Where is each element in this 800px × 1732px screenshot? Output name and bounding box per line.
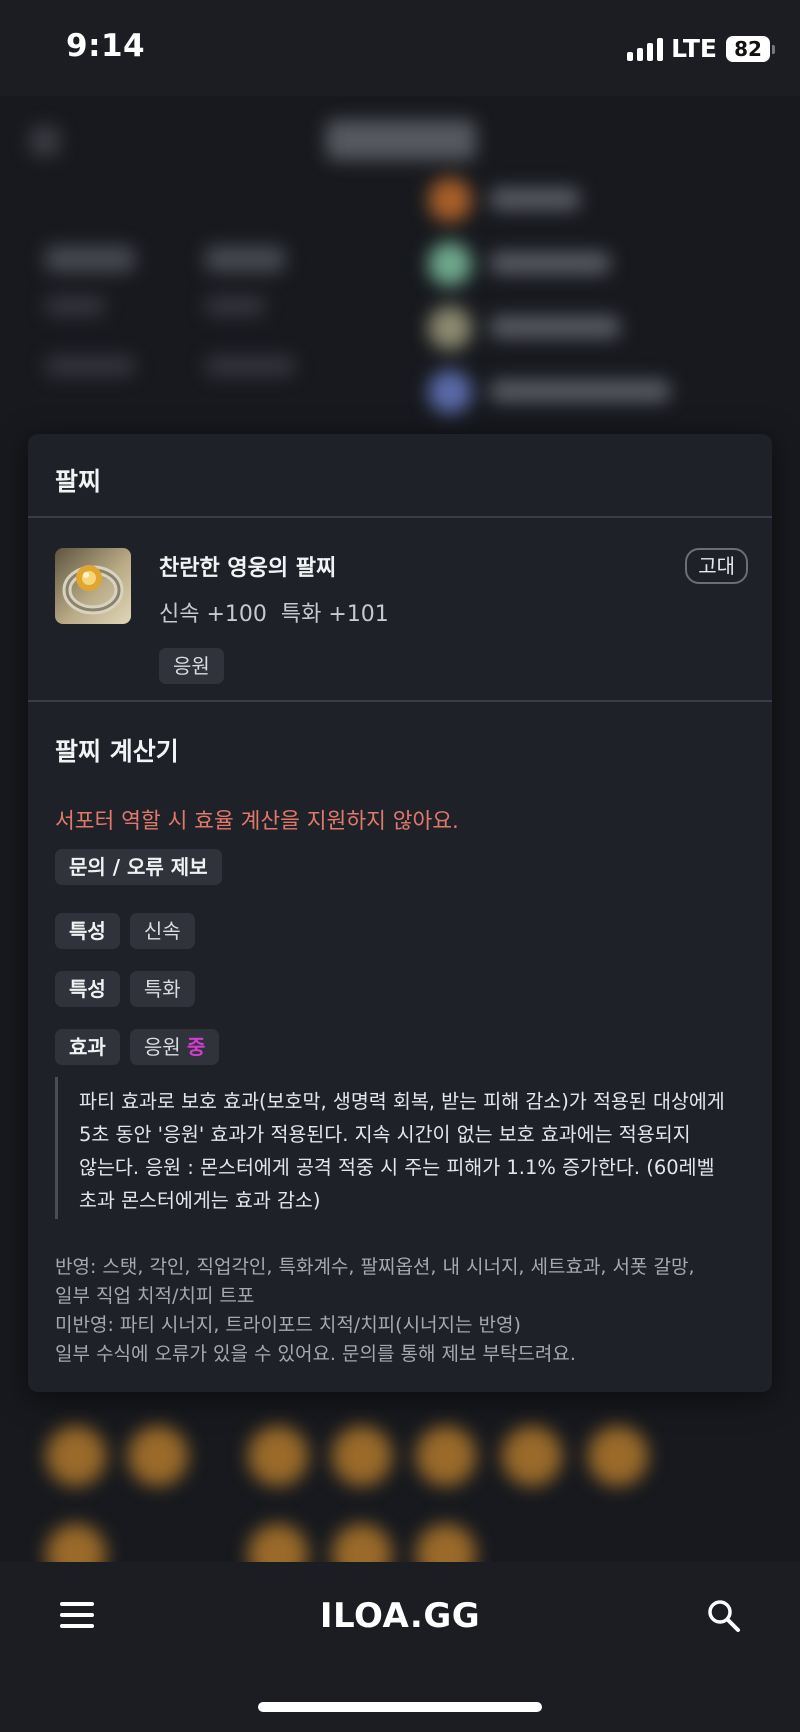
item-name: 찬란한 영웅의 팔찌 (159, 556, 337, 581)
effect-value: 응원 중 (129, 1029, 220, 1065)
battery-icon: 82 (726, 35, 775, 62)
stat-label: 특성 (55, 971, 120, 1007)
effect-row: 효과 응원 중 (55, 1029, 745, 1065)
calculator-title: 팔찌 계산기 (55, 737, 179, 766)
bracelet-item-icon (55, 548, 131, 624)
calculator-section: 팔찌 계산기 서포터 역할 시 효율 계산을 지원하지 않아요. 문의 / 오류… (28, 702, 772, 1369)
item-stats: 신속 +100 특화 +101 (159, 596, 389, 628)
site-logo[interactable]: ILOA.GG (0, 1596, 800, 1636)
note-line: 일부 수식에 오류가 있을 수 있어요. 문의를 통해 제보 부탁드려요. (55, 1343, 576, 1365)
signal-icon (627, 37, 664, 61)
stat-value: 특화 (129, 971, 195, 1007)
modal-header: 팔찌 (28, 434, 772, 518)
support-warning: 서포터 역할 시 효율 계산을 지원하지 않아요. (55, 809, 459, 834)
note-line: 반영: 스탯, 각인, 직업각인, 특화계수, 팔찌옵션, 내 시너지, 세트효… (55, 1256, 695, 1278)
item-section: 찬란한 영웅의 팔찌 신속 +100 특화 +101 응원 고대 (28, 518, 772, 702)
home-indicator[interactable] (258, 1702, 542, 1712)
modal-title: 팔찌 (55, 467, 102, 496)
effect-description: 파티 효과로 보호 효과(보호막, 생명력 회복, 받는 피해 감소)가 적용된… (55, 1077, 745, 1219)
item-effect-tag: 응원 (159, 648, 224, 684)
effect-name: 응원 (143, 1035, 181, 1059)
description-line: 않는다. 응원 : 몬스터에게 공격 적중 시 주는 피해가 1.1% 증가한다… (79, 1156, 715, 1179)
status-time: 9:14 (66, 28, 146, 64)
status-bar: 9:14 LTE 82 (0, 0, 800, 96)
stat-value: 신속 (129, 913, 195, 949)
stat-row: 특성 특화 (55, 971, 745, 1007)
status-indicators: LTE 82 (627, 34, 775, 63)
search-icon[interactable] (706, 1598, 742, 1634)
report-button[interactable]: 문의 / 오류 제보 (55, 849, 222, 885)
grade-badge: 고대 (685, 548, 748, 584)
effect-level: 중 (186, 1035, 206, 1059)
item-stat: 신속 +100 (159, 602, 267, 627)
stat-label: 특성 (55, 913, 120, 949)
note-line: 미반영: 파티 시너지, 트라이포드 치적/치피(시너지는 반영) (55, 1314, 521, 1336)
note-line: 일부 직업 치적/치피 트포 (55, 1285, 255, 1307)
network-label: LTE (671, 34, 717, 63)
bracelet-modal: 팔찌 찬란한 영웅의 팔찌 신속 +100 특화 +101 응원 고대 팔찌 계… (28, 434, 772, 1392)
stat-row: 특성 신속 (55, 913, 745, 949)
description-line: 파티 효과로 보호 효과(보호막, 생명력 회복, 받는 피해 감소)가 적용된… (79, 1090, 725, 1113)
description-line: 초과 몬스터에게는 효과 감소) (79, 1189, 321, 1212)
item-stat: 특화 +101 (280, 602, 389, 627)
calculator-notes: 반영: 스탯, 각인, 직업각인, 특화계수, 팔찌옵션, 내 시너지, 세트효… (55, 1253, 745, 1369)
description-line: 5초 동안 '응원' 효과가 적용된다. 지속 시간이 없는 보호 효과에는 적… (79, 1123, 691, 1146)
effect-label: 효과 (55, 1029, 120, 1065)
